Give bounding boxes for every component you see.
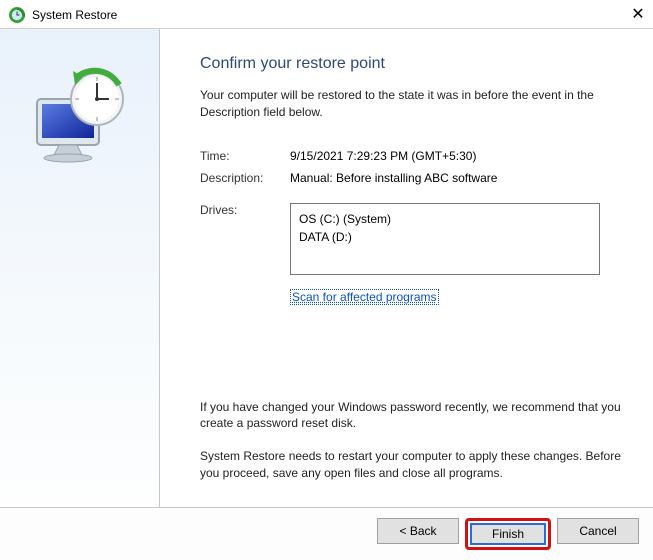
page-heading: Confirm your restore point	[200, 55, 629, 73]
finish-highlight: Finish	[465, 518, 551, 550]
system-restore-icon	[8, 6, 26, 24]
time-value: 9/15/2021 7:29:23 PM (GMT+5:30)	[290, 149, 629, 163]
close-icon[interactable]: ✕	[631, 8, 645, 22]
drives-label: Drives:	[200, 203, 290, 275]
description-value: Manual: Before installing ABC software	[290, 171, 629, 185]
scan-affected-link[interactable]: Scan for affected programs	[290, 289, 439, 305]
description-label: Description:	[200, 171, 290, 185]
drives-row: Drives: OS (C:) (System) DATA (D:)	[200, 203, 629, 275]
footer: < Back Finish Cancel	[0, 507, 653, 560]
description-row: Description: Manual: Before installing A…	[200, 171, 629, 185]
time-label: Time:	[200, 149, 290, 163]
cancel-button[interactable]: Cancel	[557, 518, 639, 544]
drives-list: OS (C:) (System) DATA (D:)	[290, 203, 600, 275]
back-button[interactable]: < Back	[377, 518, 459, 544]
main-content: Confirm your restore point Your computer…	[160, 29, 653, 507]
drive-item: OS (C:) (System)	[299, 210, 591, 228]
sidebar	[0, 29, 160, 507]
finish-button[interactable]: Finish	[470, 523, 546, 545]
password-note: If you have changed your Windows passwor…	[200, 399, 629, 433]
restore-monitor-icon	[25, 63, 135, 173]
time-row: Time: 9/15/2021 7:29:23 PM (GMT+5:30)	[200, 149, 629, 163]
window-title: System Restore	[32, 8, 117, 22]
restart-note: System Restore needs to restart your com…	[200, 448, 629, 482]
intro-text: Your computer will be restored to the st…	[200, 87, 629, 121]
titlebar: System Restore ✕	[0, 0, 653, 28]
drive-item: DATA (D:)	[299, 228, 591, 246]
